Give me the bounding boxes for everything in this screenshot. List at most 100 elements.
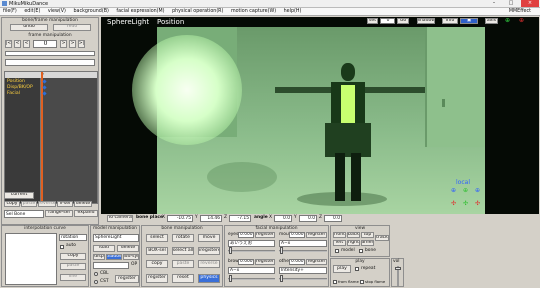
volume-slider-thumb[interactable] [395,267,401,270]
bone-reverse-button[interactable]: reverse [198,260,220,268]
frame-reverse-button[interactable]: reverse [38,201,56,207]
eyes-slider-thumb[interactable] [229,247,232,254]
range-sel-button[interactable]: range-sel [45,210,73,217]
interp-copy-button[interactable]: copy [60,253,86,260]
redo-button[interactable]: redo [53,24,91,31]
menu-motion-capture[interactable]: motion capture(W) [231,9,276,14]
eyes-value-input[interactable]: 0.000 [238,232,254,238]
minimize-button[interactable]: – [486,0,502,7]
to-camera-button[interactable]: To camera [107,215,133,222]
first-frame-button[interactable]: |< [5,40,12,48]
current-button[interactable]: current [4,192,34,199]
view-left-button[interactable]: left [333,240,346,246]
box-sel-button[interactable]: BOX-sel [146,247,168,255]
menu-background[interactable]: background(B) [73,9,108,14]
axis-green-icon[interactable]: ⊕ [505,17,510,24]
angle-x-input[interactable]: 0.0 [274,215,292,222]
interp-line-button[interactable]: line [60,274,86,281]
play-button[interactable]: play [333,265,351,273]
maximize-button[interactable]: □ [503,0,519,7]
bone-move-button[interactable]: move [198,234,220,242]
view-right-button[interactable]: right [347,240,360,246]
bone-view-checkbox[interactable] [359,249,363,253]
next-key-button[interactable]: > [69,40,76,48]
bone-paste-button[interactable]: paste [172,260,194,268]
rotate-x-icon[interactable]: ⊕ [451,187,456,194]
next-frame-button[interactable]: > [60,40,67,48]
keyframe-facial[interactable] [42,91,47,96]
bone-copy-button[interactable]: copy [146,260,168,268]
frame-go-input[interactable]: 0 [380,18,395,24]
other-register-button[interactable]: register [306,259,327,265]
close-button[interactable]: × [521,0,539,7]
angle-z-input[interactable]: 0.0 [324,215,342,222]
keyframe-position[interactable] [42,79,47,84]
last-frame-button[interactable]: >| [78,40,85,48]
go-button[interactable]: Go [397,18,409,24]
select-all-button[interactable]: select all [172,247,194,255]
model-delete-button[interactable]: delete [117,245,139,252]
menu-physical-operation[interactable]: physical operation(R) [172,9,223,14]
view-back-button[interactable]: back [347,232,360,238]
undo-button[interactable]: undo [10,24,48,31]
frame-paste-button[interactable]: paste [21,201,37,207]
bone-reset-button[interactable]: reset [172,274,194,283]
axis-button[interactable]: axis [485,18,498,24]
mouth-slider-thumb[interactable] [280,247,283,254]
prev-key-button[interactable]: < [14,40,21,48]
menu-edit[interactable]: edit(E) [24,9,40,14]
menu-view[interactable]: view(V) [48,9,66,14]
expand-button[interactable]: expand [74,210,98,217]
mouth-slider[interactable] [279,250,327,252]
rotate-z-icon[interactable]: ⊕ [475,187,480,194]
pos-y-input[interactable]: 14.46 [200,215,222,222]
pos-z-input[interactable]: -7.15 [229,215,251,222]
add-syn-button[interactable]: add-syn [123,254,139,260]
other-value-input[interactable]: 0.000 [289,259,305,265]
sel-bone-dropdown[interactable]: Sel Bone [4,210,44,218]
brow-register-button[interactable]: register [255,259,275,265]
timeline[interactable]: 5 Position Disp/BK/OP Facial [4,71,98,204]
menu-file[interactable]: file(F) [3,9,17,14]
keyframe-disp[interactable] [42,85,47,90]
model-select-dropdown[interactable]: SphereLight [93,234,139,242]
model-load-button[interactable]: load [93,245,115,252]
view-front-button[interactable]: front [333,232,346,238]
interp-paste-button[interactable]: paste [60,263,86,270]
viewport[interactable]: SphereLight Position set 0 Go Shadow inf… [101,17,539,214]
repeat-checkbox[interactable] [355,267,359,271]
brow-value-input[interactable]: 0.000 [238,259,254,265]
op-dropdown[interactable] [93,262,129,269]
bone-register-button[interactable]: register [146,274,168,283]
auto-checkbox[interactable] [60,245,64,249]
view-top-button[interactable]: top [361,232,374,238]
track-position[interactable]: Position [7,79,25,84]
bone-select-button[interactable]: select [146,234,168,242]
frame-value-field[interactable] [5,59,95,66]
brow-slider[interactable] [228,278,275,280]
interp-type-dropdown[interactable]: rotation [59,234,87,241]
mmeffect-menu[interactable]: MMEffect [509,8,531,16]
other-morph-dropdown[interactable]: Intensity+ [279,267,327,274]
frame-copy-button[interactable]: copy [4,201,20,207]
frame-delete-button[interactable]: delete [74,201,92,207]
from-flame-checkbox[interactable] [333,280,337,284]
other-slider[interactable] [279,278,327,280]
pos-x-input[interactable]: -10.75 [167,215,193,222]
physics-button[interactable]: physics [198,274,220,283]
frame-number-input[interactable]: 0 [33,40,57,48]
screen-mode-button[interactable]: ▣ [460,18,478,24]
move-y-icon[interactable]: ✣ [463,200,468,207]
view-track-button[interactable]: track [375,235,389,241]
model-shadow-button[interactable]: shadow [106,254,122,260]
shadow-button[interactable]: Shadow [417,18,435,24]
eyes-register-button[interactable]: register [255,232,275,238]
set-button[interactable]: set [367,18,378,24]
brow-slider-thumb[interactable] [229,275,232,282]
mouth-value-input[interactable]: 0.000 [289,232,305,238]
frame-scroll-bar[interactable] [5,51,95,56]
v-sel-button[interactable]: v-sel [57,201,73,207]
mouth-morph-dropdown[interactable]: Å−x [279,240,327,247]
track-facial[interactable]: Facial [7,91,20,96]
eyes-morph-dropdown[interactable]: あいうえお [228,240,275,247]
